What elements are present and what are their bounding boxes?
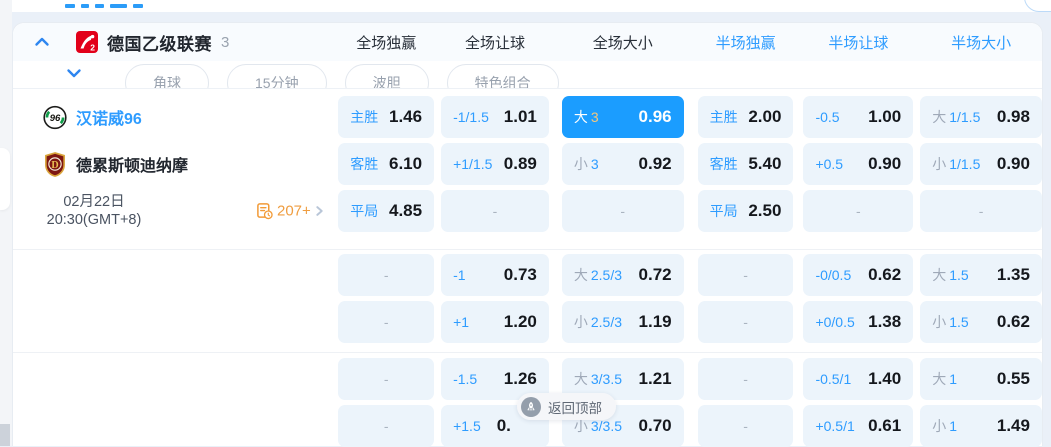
odds-cell-empty: - [920,190,1042,232]
rocket-icon [521,396,541,417]
chevron-right-icon [316,206,323,216]
column-header-ht-1x2[interactable]: 半场独赢 [698,32,794,53]
away-team-info[interactable]: D 德累斯顿迪纳摩 [13,143,326,185]
odds-cell-ht-under[interactable]: 小 1.5 0.62 [920,301,1042,343]
odds-cell-ht-handicap-away[interactable]: +0.5/1 0.61 [803,405,914,447]
odds-row-line2-b: - +1 1.20 小 2.5/3 1.19 - +0/0.5 1.38 小 1.5 0.6… [13,301,1042,343]
back-to-top-button[interactable]: 返回顶部 [517,393,616,420]
column-header-ft-overunder[interactable]: 全场大小 [562,32,684,53]
odds-cell-ft-under[interactable]: 小 3 0.92 [561,143,684,185]
clipped-header-text [65,4,149,22]
side-panel-edge [0,148,10,210]
odds-row-draw: 02月22日 20:30(GMT+8) 207+ 平局 4.85 - - 平局 2.… [13,190,1042,232]
svg-text:D: D [51,159,58,170]
svg-text:2: 2 [90,43,95,53]
odds-cell-ft-handicap-away[interactable]: +1/1.5 0.89 [441,143,549,185]
odds-cell-empty: - [803,190,914,232]
odds-cell-ht-handicap-home[interactable]: -0.5/1 1.40 [803,358,914,400]
odds-cell-ft-home-win[interactable]: 主胜 1.46 [338,96,435,138]
chip-corners[interactable]: 角球 [125,64,209,88]
column-header-ht-handicap[interactable]: 半场让球 [803,32,913,53]
odds-row-home: 96 汉诺威96 主胜 1.46 -1/1.5 1.01 大 3 0.96 主胜 2.00… [13,96,1042,138]
odds-cell-empty: - [441,190,549,232]
clipped-top-right-button[interactable] [1024,0,1051,12]
odds-cell-ft-handicap-home[interactable]: -1/1.5 1.01 [441,96,549,138]
odds-cell-ht-away-win[interactable]: 客胜 5.40 [697,143,794,185]
odds-cell-empty: - [338,358,435,400]
odds-cell-ft-handicap-home[interactable]: -1 0.73 [441,254,549,296]
odds-cell-ft-handicap-away[interactable]: +1 1.20 [441,301,549,343]
back-to-top-label: 返回顶部 [548,400,602,416]
home-team-name[interactable]: 汉诺威96 [76,105,142,129]
league-odds-card: 2 德国乙级联赛 3 全场独赢 全场让球 全场大小 半场独赢 半场让球 半场大小… [12,22,1043,447]
filter-chips-row: 角球 15分钟 波胆 特色组合 [13,61,1042,89]
odds-cell-ht-over[interactable]: 大 1/1.5 0.98 [920,96,1042,138]
odds-cell-empty: - [697,301,794,343]
home-team-logo-icon: 96 [43,105,67,129]
chip-correct-score[interactable]: 波胆 [344,64,429,88]
away-team-logo-icon: D [45,151,65,177]
chip-15min[interactable]: 15分钟 [227,64,327,88]
odds-cell-ft-away-win[interactable]: 客胜 6.10 [338,143,435,185]
svg-text:96: 96 [50,113,61,124]
odds-cell-ht-under[interactable]: 小 1/1.5 0.90 [920,143,1042,185]
group-separator [13,249,1042,250]
odds-cell-empty: - [338,301,435,343]
odds-cell-ht-home-win[interactable]: 主胜 2.00 [697,96,794,138]
odds-cell-ht-over[interactable]: 大 1.5 1.35 [920,254,1042,296]
odds-row-away: D 德累斯顿迪纳摩 客胜 6.10 +1/1.5 0.89 小 3 0.92 客胜 5.4… [13,143,1042,185]
page-left-strip [0,0,12,446]
clipped-top-bar [12,0,1051,12]
group-separator [13,352,1042,353]
league-header: 2 德国乙级联赛 3 全场独赢 全场让球 全场大小 半场独赢 半场让球 半场大小 [13,23,1042,61]
odds-cell-empty: - [697,358,794,400]
odds-cell-ft-over-selected[interactable]: 大 3 0.96 [561,96,684,138]
column-header-ft-handicap[interactable]: 全场让球 [441,32,549,53]
odds-cell-ht-draw[interactable]: 平局 2.50 [697,190,794,232]
odds-cell-ht-handicap-away[interactable]: +0/0.5 1.38 [803,301,914,343]
column-header-ht-overunder[interactable]: 半场大小 [920,32,1042,53]
markets-doc-clock-icon [257,203,273,220]
match-datetime: 02月22日 20:30(GMT+8) [46,194,142,228]
odds-cell-ht-handicap-away[interactable]: +0.5 0.90 [803,143,914,185]
expand-chevron-down-icon[interactable] [66,65,82,81]
chip-special-combo[interactable]: 特色组合 [446,64,559,88]
collapse-chevron-up-icon[interactable] [34,34,50,50]
league-match-count: 3 [221,33,230,51]
odds-cell-ft-over[interactable]: 大 2.5/3 0.72 [561,254,684,296]
scrollbar-thumb[interactable] [0,424,10,446]
match-meta: 02月22日 20:30(GMT+8) 207+ [13,190,326,232]
odds-cell-empty: - [338,405,435,447]
odds-row-line2-a: - -1 0.73 大 2.5/3 0.72 - -0/0.5 0.62 大 1.5 1.3… [13,254,1042,296]
league-name[interactable]: 德国乙级联赛 [107,30,212,55]
more-markets-count[interactable]: 207+ [277,203,311,220]
home-team-info[interactable]: 96 汉诺威96 [13,96,326,138]
odds-cell-empty: - [338,254,435,296]
away-team-name[interactable]: 德累斯顿迪纳摩 [76,152,188,176]
odds-cell-ft-under[interactable]: 小 2.5/3 1.19 [561,301,684,343]
column-header-ft-1x2[interactable]: 全场独赢 [338,32,434,53]
odds-cell-ft-draw[interactable]: 平局 4.85 [338,190,435,232]
odds-cell-empty: - [561,190,684,232]
odds-cell-empty: - [697,254,794,296]
odds-cell-ht-handicap-home[interactable]: -0/0.5 0.62 [803,254,914,296]
league-logo-icon: 2 [76,31,98,53]
odds-cell-ht-over[interactable]: 大 1 0.55 [920,358,1042,400]
odds-cell-ht-under[interactable]: 小 1 1.49 [920,405,1042,447]
more-markets-link[interactable]: 207+ [256,203,325,220]
odds-cell-ht-handicap-home[interactable]: -0.5 1.00 [803,96,914,138]
odds-cell-empty: - [697,405,794,447]
